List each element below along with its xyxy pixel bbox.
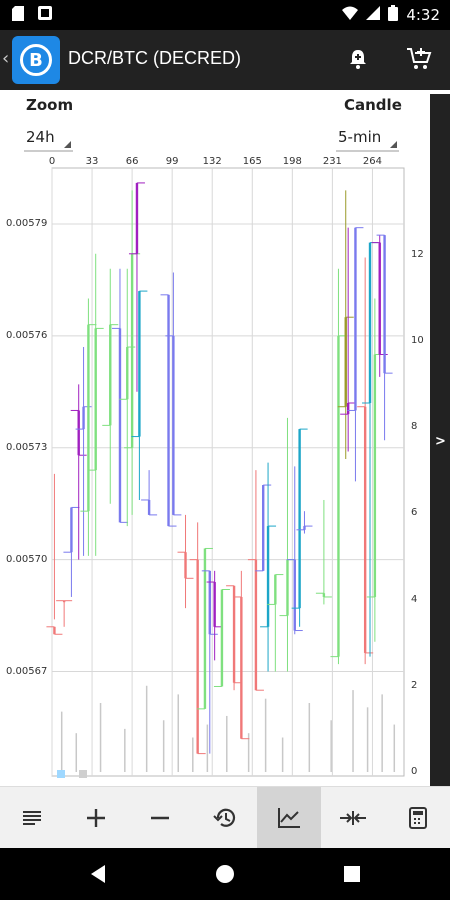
- nav-recents-icon[interactable]: [340, 862, 364, 886]
- plot-area: [51, 167, 405, 777]
- side-panel-toggle[interactable]: >: [430, 94, 450, 786]
- price-chart[interactable]: [0, 0, 450, 786]
- bottom-toolbar: [0, 786, 450, 849]
- candle-body: [77, 410, 80, 456]
- candle-body: [337, 335, 340, 657]
- candle-body: [126, 347, 129, 400]
- candle-body: [138, 291, 141, 437]
- candle-body: [70, 507, 73, 553]
- candle-body: [254, 559, 258, 691]
- system-nav-bar: [0, 848, 450, 900]
- nav-home-icon[interactable]: [213, 862, 237, 886]
- line-chart-icon[interactable]: [257, 787, 321, 849]
- candle-body: [378, 242, 381, 355]
- candle-body: [232, 585, 236, 683]
- candle-body: [344, 317, 347, 407]
- candle-body: [373, 354, 377, 597]
- candle-body: [213, 582, 216, 627]
- candle-body: [118, 328, 122, 523]
- candle-body: [293, 559, 296, 631]
- candle-body: [184, 552, 187, 579]
- candle-body: [208, 570, 211, 635]
- candle-body: [354, 227, 357, 411]
- candle-body: [322, 593, 326, 597]
- candle-body: [346, 402, 350, 415]
- candle-body: [368, 242, 372, 403]
- nav-back-icon[interactable]: [86, 862, 110, 886]
- candle-body: [147, 499, 151, 515]
- calculator-icon[interactable]: [386, 787, 450, 849]
- candle-body: [130, 253, 134, 448]
- candle-body: [220, 589, 224, 687]
- candle-body: [82, 406, 85, 430]
- candle-body: [274, 574, 277, 605]
- candle-body: [383, 235, 386, 374]
- range-end-marker: [79, 770, 87, 778]
- candle-body: [109, 324, 112, 426]
- side-panel-arrow: >: [435, 434, 446, 449]
- candle-body: [94, 328, 97, 471]
- candle-body: [167, 294, 170, 527]
- list-icon[interactable]: [0, 787, 64, 849]
- history-icon[interactable]: [193, 787, 257, 849]
- candle-body: [266, 526, 270, 627]
- candle-body: [286, 559, 289, 616]
- chart-grid: [51, 167, 405, 777]
- candle-body: [135, 182, 139, 254]
- candle-body: [196, 559, 199, 754]
- candle-body: [262, 485, 265, 571]
- range-start-marker: [57, 770, 65, 778]
- candle-body: [240, 596, 243, 739]
- candle-body: [87, 324, 90, 512]
- candle-body: [303, 526, 306, 530]
- compare-icon[interactable]: [321, 787, 385, 849]
- zoom-out-icon[interactable]: [128, 787, 192, 849]
- candle-body: [203, 548, 207, 709]
- candle-body: [298, 429, 301, 609]
- zoom-in-icon[interactable]: [64, 787, 128, 849]
- candle-body: [172, 335, 175, 515]
- candle-body: [53, 626, 56, 635]
- candle-body: [363, 406, 367, 653]
